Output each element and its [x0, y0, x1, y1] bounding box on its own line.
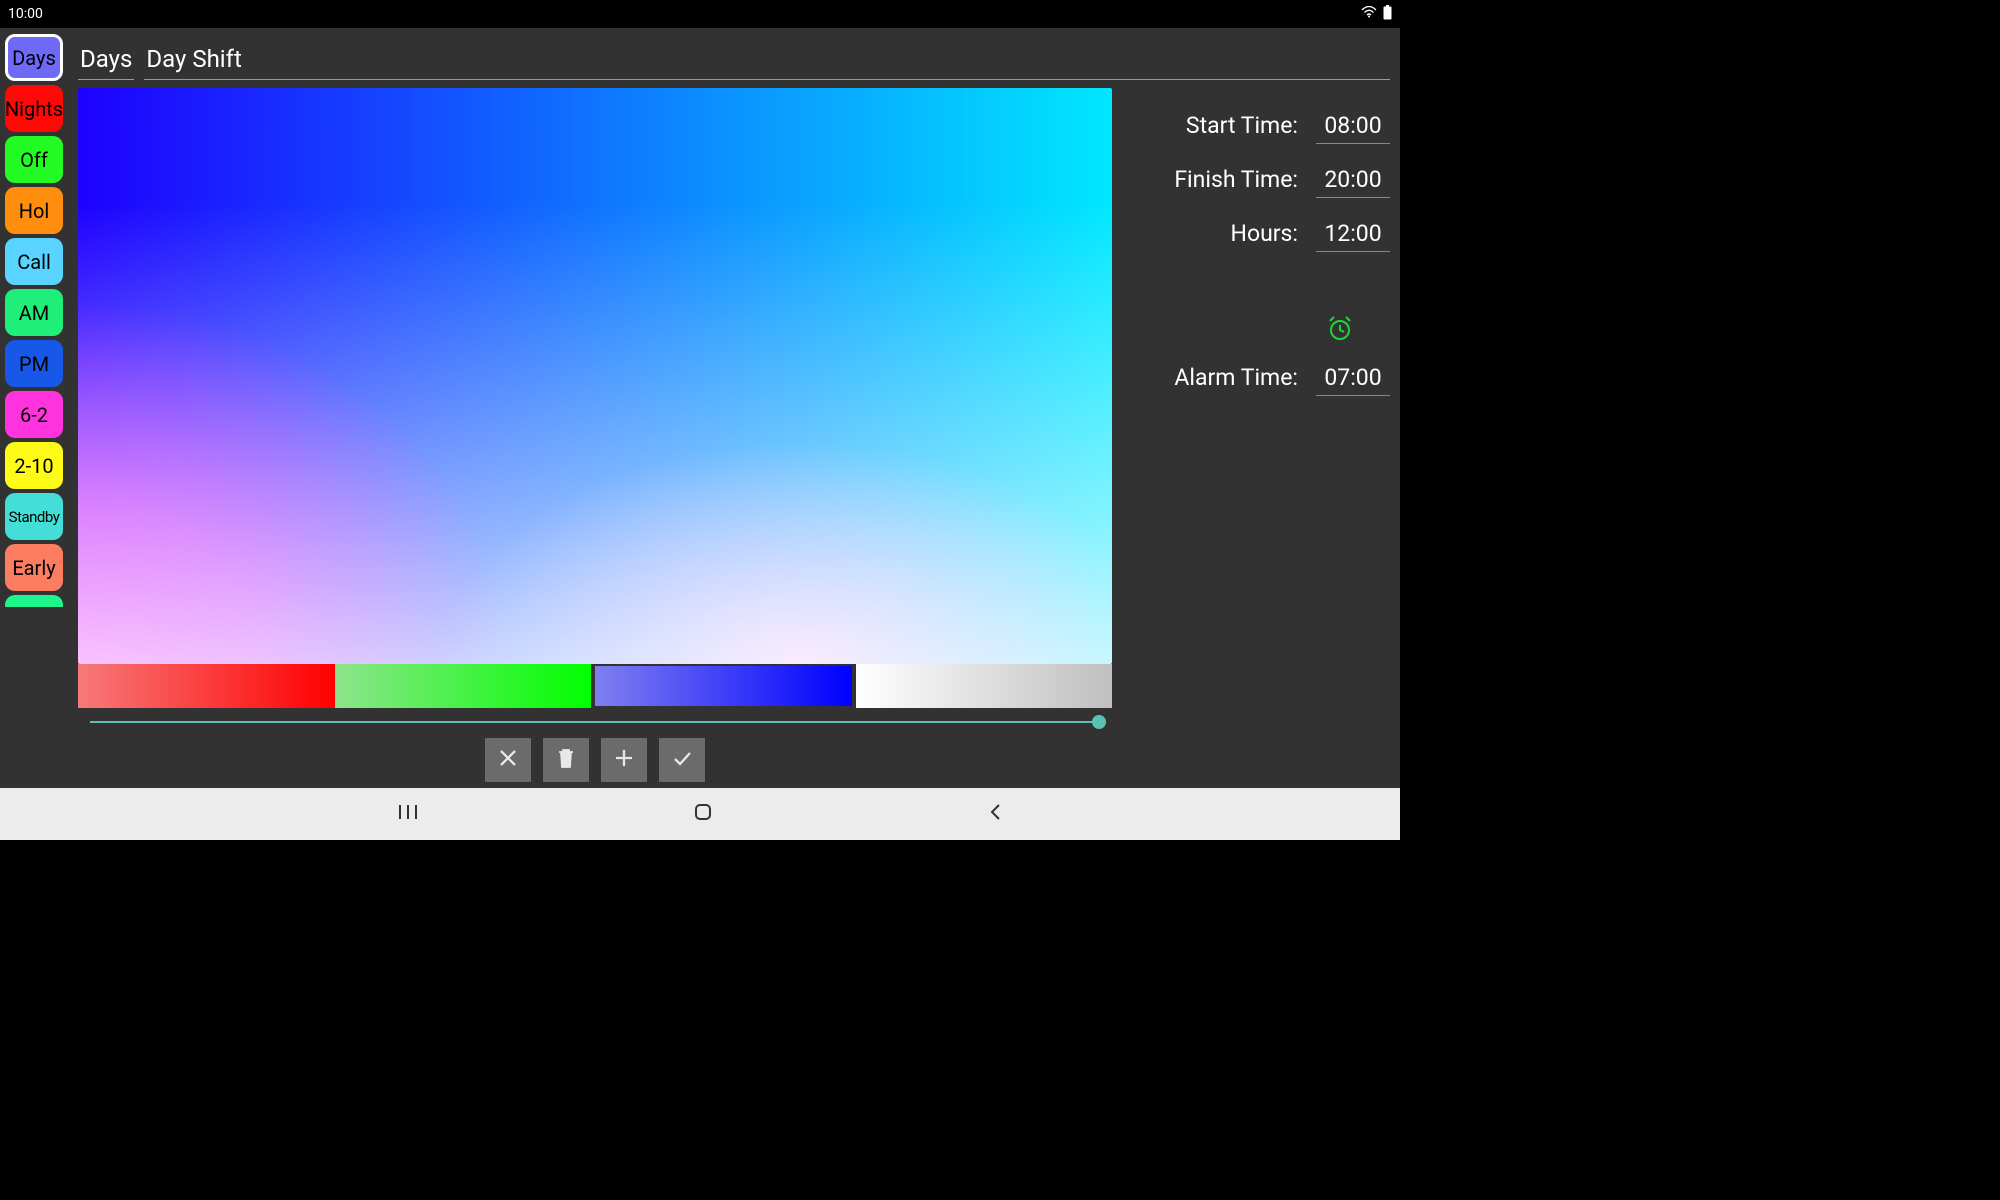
alarm-time-label: Alarm Time:	[1174, 364, 1298, 391]
sidebar-item-off[interactable]: Off	[5, 136, 63, 183]
cancel-button[interactable]	[485, 738, 531, 782]
sidebar-item-label: Nights	[5, 97, 63, 121]
action-toolbar	[78, 736, 1112, 784]
add-button[interactable]	[601, 738, 647, 782]
slider-thumb[interactable]	[1092, 715, 1106, 729]
sidebar-item-nights[interactable]: Nights	[5, 85, 63, 132]
alarm-time-value[interactable]: 07:00	[1316, 364, 1390, 396]
wifi-icon	[1361, 6, 1377, 22]
sidebar-item-days[interactable]: Days	[5, 34, 63, 81]
back-icon[interactable]	[987, 802, 1003, 826]
hours-label: Hours:	[1231, 220, 1298, 247]
sidebar-item-label: PM	[19, 352, 49, 376]
sidebar-item-hol[interactable]: Hol	[5, 187, 63, 234]
sidebar-item-pm[interactable]: PM	[5, 340, 63, 387]
sidebar-item-early[interactable]: Early	[5, 544, 63, 591]
trash-icon	[555, 747, 577, 773]
start-time-label: Start Time:	[1186, 112, 1298, 139]
intensity-slider[interactable]	[78, 708, 1112, 736]
check-icon	[671, 747, 693, 773]
status-bar: 10:00	[0, 0, 1400, 28]
sidebar-item-partial[interactable]	[5, 595, 63, 607]
sidebar-item-am[interactable]: AM	[5, 289, 63, 336]
shift-sidebar: Days Nights Off Hol Call AM PM 6-2 2-10 …	[0, 28, 68, 788]
color-gradient-area[interactable]	[78, 88, 1112, 664]
delete-button[interactable]	[543, 738, 589, 782]
finish-time-label: Finish Time:	[1174, 166, 1298, 193]
sidebar-item-label: 2-10	[14, 454, 53, 478]
sidebar-item-2-10[interactable]: 2-10	[5, 442, 63, 489]
hours-value[interactable]: 12:00	[1316, 220, 1390, 252]
sidebar-item-label: Call	[17, 250, 51, 274]
sidebar-item-label: Off	[20, 148, 48, 172]
channel-white[interactable]	[856, 664, 1113, 708]
sidebar-item-call[interactable]: Call	[5, 238, 63, 285]
sidebar-item-6-2[interactable]: 6-2	[5, 391, 63, 438]
confirm-button[interactable]	[659, 738, 705, 782]
color-channel-row	[78, 664, 1112, 708]
status-time: 10:00	[8, 6, 43, 22]
sidebar-item-standby[interactable]: Standby	[5, 493, 63, 540]
sidebar-item-label: 6-2	[20, 403, 48, 427]
sidebar-item-label: Hol	[19, 199, 50, 223]
channel-blue[interactable]	[593, 664, 854, 708]
alarm-clock-icon[interactable]	[1326, 314, 1354, 348]
start-time-value[interactable]: 08:00	[1316, 112, 1390, 144]
home-icon[interactable]	[693, 802, 713, 826]
sidebar-item-label: AM	[19, 301, 50, 325]
sidebar-item-label: Early	[12, 556, 55, 580]
channel-green[interactable]	[335, 664, 592, 708]
short-name-input[interactable]: Days	[78, 41, 134, 80]
sidebar-item-label: Standby	[9, 508, 60, 526]
close-icon	[497, 747, 519, 773]
time-panel: Start Time: 08:00 Finish Time: 20:00 Hou…	[1130, 88, 1390, 784]
channel-red[interactable]	[78, 664, 335, 708]
finish-time-value[interactable]: 20:00	[1316, 166, 1390, 198]
battery-icon	[1383, 5, 1392, 24]
sidebar-item-label: Days	[12, 46, 56, 70]
header-row: Days Day Shift	[78, 34, 1390, 80]
android-nav-bar	[0, 788, 1400, 840]
long-name-input[interactable]: Day Shift	[144, 41, 1390, 80]
plus-icon	[613, 747, 635, 773]
recents-icon[interactable]	[397, 803, 419, 825]
